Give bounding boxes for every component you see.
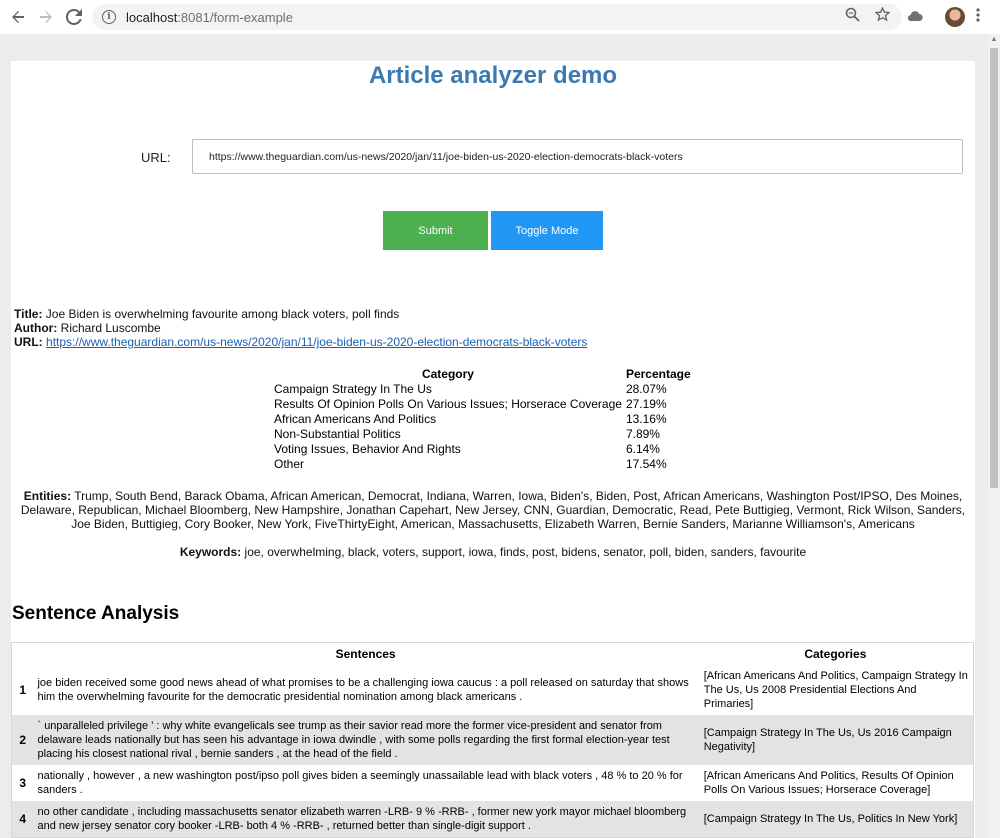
article-url-line: URL: https://www.theguardian.com/us-news… (14, 335, 588, 349)
sentence-row: 2 ` unparalleled privilege ' : why white… (11, 714, 974, 765)
category-percentage: 7.89% (625, 427, 660, 441)
toggle-mode-button[interactable]: Toggle Mode (491, 211, 603, 250)
category-header: Category (421, 367, 474, 381)
sentence-text: ` unparalleled privilege ' : why white e… (33, 714, 698, 765)
category-row: African Americans And Politics 13.16% (272, 412, 693, 427)
submit-button[interactable]: Submit (383, 211, 488, 250)
category-name: Other (274, 457, 305, 471)
percentage-header: Percentage (625, 367, 691, 381)
entities-block: Entities: Trump, South Bend, Barack Obam… (11, 489, 975, 531)
article-meta: Title: Joe Biden is overwhelming favouri… (14, 307, 587, 349)
sentence-row: 4 no other candidate , including massach… (11, 800, 974, 837)
url-label: URL: (141, 150, 171, 165)
cloud-extension-icon[interactable] (907, 8, 923, 24)
category-name: African Americans And Politics (274, 412, 437, 426)
category-row: Non-Substantial Politics 7.89% (272, 427, 693, 442)
scrollbar-thumb[interactable] (990, 48, 998, 488)
vertical-scrollbar[interactable]: ▲ (988, 34, 1000, 838)
category-percentage: 13.16% (625, 412, 667, 426)
scroll-up-arrow-icon[interactable]: ▲ (988, 36, 1000, 43)
content-panel: Article analyzer demo URL: Submit Toggle… (11, 61, 975, 838)
category-name: Results Of Opinion Polls On Various Issu… (274, 397, 622, 411)
article-author: Richard Luscombe (60, 321, 161, 335)
profile-avatar[interactable] (945, 7, 965, 27)
sentence-text: joe biden received some good news ahead … (37, 676, 689, 703)
category-row: Campaign Strategy In The Us 28.07% (272, 382, 693, 397)
row-number: 3 (19, 775, 27, 790)
address-bar[interactable]: i localhost:8081/form-example (92, 4, 902, 30)
keywords-label: Keywords: (179, 545, 242, 559)
sentence-categories: [Campaign Strategy In The Us, Politics I… (697, 800, 974, 837)
url-input[interactable] (192, 139, 963, 174)
info-icon[interactable]: i (102, 10, 116, 24)
keywords-text: joe, overwhelming, black, voters, suppor… (244, 545, 807, 559)
menu-dots-icon[interactable] (976, 7, 980, 27)
bookmark-star-icon[interactable] (872, 6, 892, 26)
sentences-header: Sentences (33, 642, 698, 665)
sentence-categories: [Campaign Strategy In The Us, Us 2016 Ca… (697, 714, 974, 765)
article-author-line: Author: Richard Luscombe (14, 321, 161, 335)
article-url-link[interactable]: https://www.theguardian.com/us-news/2020… (46, 335, 587, 349)
back-arrow-icon[interactable] (7, 6, 29, 28)
sentence-analysis-title: Sentence Analysis (12, 603, 180, 624)
keywords-block: Keywords: joe, overwhelming, black, vote… (11, 545, 975, 559)
sentence-table: Sentences Categories 1 joe biden receive… (11, 642, 974, 838)
category-row: Other 17.54% (272, 457, 693, 472)
category-percentage: 6.14% (625, 442, 660, 456)
category-row: Results Of Opinion Polls On Various Issu… (272, 397, 693, 412)
row-number: 4 (11, 800, 34, 837)
category-name: Non-Substantial Politics (274, 427, 401, 441)
sentence-text: no other candidate , including massachus… (33, 800, 698, 837)
browser-toolbar: i localhost:8081/form-example (0, 0, 1000, 34)
article-title: Joe Biden is overwhelming favourite amon… (45, 307, 400, 321)
sentence-categories: [African Americans And Politics, Results… (703, 769, 954, 796)
category-name: Campaign Strategy In The Us (274, 382, 432, 396)
category-percentage: 17.54% (625, 457, 667, 471)
entities-label: Entities: (23, 489, 72, 503)
entities-text: Trump, South Bend, Barack Obama, African… (20, 489, 966, 531)
category-row: Voting Issues, Behavior And Rights 6.14% (272, 442, 693, 457)
sentence-text: nationally , however , a new washington … (37, 769, 683, 796)
category-name: Voting Issues, Behavior And Rights (274, 442, 461, 456)
article-title-line: Title: Joe Biden is overwhelming favouri… (14, 307, 400, 321)
categories-header: Categories (697, 642, 974, 665)
sentence-row: 1 joe biden received some good news ahea… (12, 665, 974, 715)
reload-icon[interactable] (63, 6, 85, 28)
category-percentage: 28.07% (625, 382, 667, 396)
row-number: 1 (19, 682, 27, 697)
row-number: 2 (11, 714, 34, 765)
sentence-categories: [African Americans And Politics, Campaig… (703, 669, 968, 710)
page-title: Article analyzer demo (368, 62, 618, 89)
forward-arrow-icon[interactable] (35, 6, 57, 28)
sentence-row: 3 nationally , however , a new washingto… (12, 765, 974, 801)
num-header (11, 642, 34, 665)
category-table: Category Percentage Campaign Strategy In… (272, 366, 693, 472)
zoom-icon[interactable] (842, 7, 862, 26)
category-percentage: 27.19% (625, 397, 667, 411)
address-url[interactable]: localhost:8081/form-example (126, 10, 293, 25)
